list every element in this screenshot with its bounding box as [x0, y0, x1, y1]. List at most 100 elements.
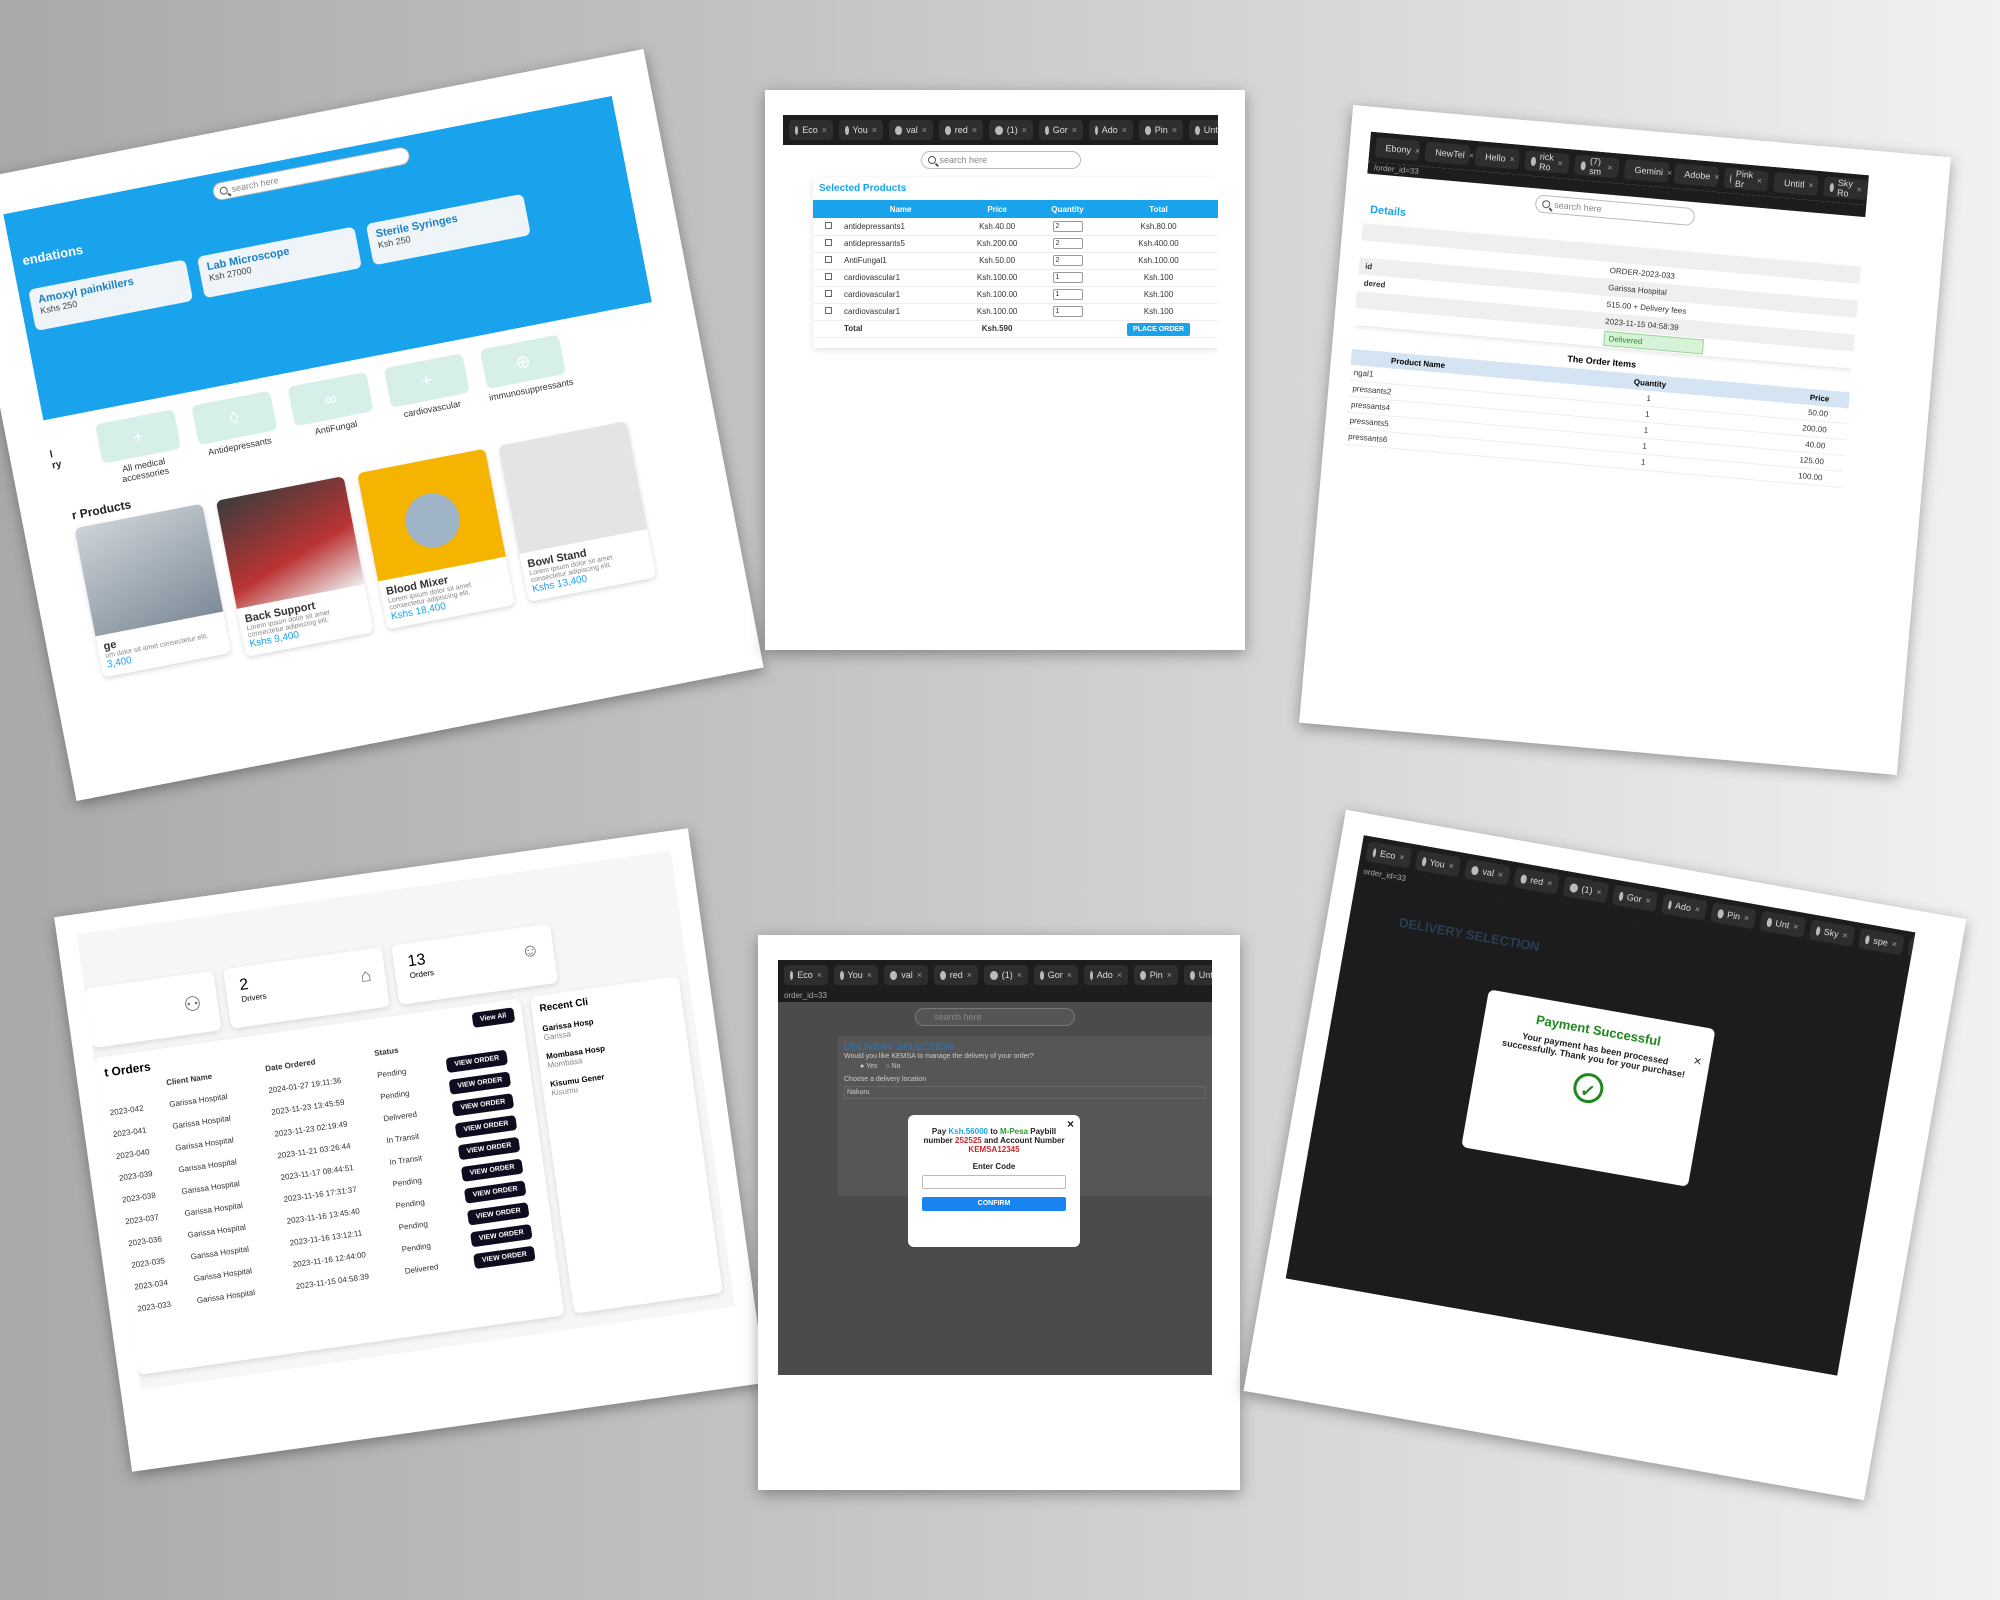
code-input[interactable]	[922, 1175, 1066, 1189]
close-tab-icon[interactable]: ×	[1172, 125, 1177, 135]
close-tab-icon[interactable]: ×	[917, 970, 922, 980]
close-tab-icon[interactable]: ×	[1891, 939, 1898, 950]
close-tab-icon[interactable]: ×	[967, 970, 972, 980]
row-checkbox[interactable]	[824, 239, 832, 246]
browser-tab[interactable]: Pin ×	[1139, 120, 1183, 140]
browser-tab[interactable]: red ×	[1513, 867, 1560, 895]
close-tab-icon[interactable]: ×	[1714, 172, 1720, 182]
close-tab-icon[interactable]: ×	[1509, 154, 1515, 164]
quantity-input[interactable]: 1	[1052, 306, 1083, 317]
browser-tab[interactable]: (1) ×	[1562, 875, 1610, 904]
close-tab-icon[interactable]: ×	[1756, 176, 1762, 186]
close-tab-icon[interactable]: ×	[1448, 861, 1455, 872]
browser-tab[interactable]: Ebony ×	[1374, 137, 1421, 161]
browser-tab[interactable]: Eco ×	[784, 965, 828, 985]
close-tab-icon[interactable]: ×	[1595, 887, 1602, 898]
close-tab-icon[interactable]: ×	[1117, 970, 1122, 980]
browser-tab[interactable]: Unt×	[1759, 910, 1807, 939]
close-tab-icon[interactable]: ×	[822, 125, 827, 135]
row-checkbox[interactable]	[824, 307, 832, 314]
browser-tab[interactable]: spe ×	[1857, 928, 1905, 956]
confirm-button[interactable]: CONFIRM	[922, 1197, 1066, 1211]
browser-tab[interactable]: Gemini ×	[1623, 158, 1673, 183]
close-tab-icon[interactable]: ×	[1072, 125, 1077, 135]
place-order-button[interactable]: PLACE ORDER	[1127, 323, 1190, 336]
product-card[interactable]: Bowl Stand Lorem ipsum dolor sit amet con…	[498, 421, 657, 603]
browser-tab[interactable]: val ×	[1463, 858, 1511, 886]
browser-tab[interactable]: rick Ro ×	[1524, 150, 1570, 175]
close-tab-icon[interactable]: ×	[1468, 150, 1474, 160]
browser-tab[interactable]: red ×	[934, 965, 978, 985]
product-card[interactable]: ge um dolor sit amet consectetur elit. 3,4…	[74, 503, 232, 678]
close-icon[interactable]: ×	[1067, 1117, 1074, 1131]
quantity-input[interactable]: 1	[1052, 272, 1083, 283]
browser-tab[interactable]: red ×	[939, 120, 983, 140]
close-icon[interactable]: ×	[1692, 1052, 1703, 1069]
yes-radio[interactable]: ● Yes	[860, 1063, 877, 1070]
close-tab-icon[interactable]: ×	[1792, 921, 1799, 932]
close-tab-icon[interactable]: ×	[867, 970, 872, 980]
quantity-input[interactable]: 1	[1052, 289, 1083, 300]
row-checkbox[interactable]	[824, 221, 832, 229]
browser-tab[interactable]: Gor ×	[1611, 884, 1659, 912]
browser-tab[interactable]: Pink Br ×	[1723, 167, 1769, 192]
product-card[interactable]: Back Support Lorem ipsum dolor sit amet c…	[215, 476, 374, 657]
browser-tab[interactable]: Joh×	[1907, 936, 1916, 965]
browser-tab[interactable]: Adobe ×	[1673, 163, 1720, 188]
close-tab-icon[interactable]: ×	[1694, 904, 1701, 915]
browser-tab[interactable]: Pin ×	[1134, 965, 1178, 985]
row-checkbox[interactable]	[824, 290, 832, 297]
recommended-card[interactable]: Lab Microscope Ksh 27000	[196, 226, 363, 299]
browser-tab[interactable]: Sky ×	[1808, 919, 1856, 947]
row-checkbox[interactable]	[824, 256, 832, 263]
search-input[interactable]: search here	[915, 1008, 1075, 1026]
orders-stat-card[interactable]: 13 Orders ☺	[391, 923, 559, 1006]
browser-tab[interactable]: Pin ×	[1710, 902, 1757, 930]
browser-tab[interactable]: Eco ×	[789, 120, 833, 140]
location-select[interactable]: Nakuru	[844, 1086, 1206, 1099]
close-tab-icon[interactable]: ×	[1645, 895, 1652, 906]
close-tab-icon[interactable]: ×	[1607, 162, 1613, 172]
close-tab-icon[interactable]: ×	[1557, 158, 1563, 168]
close-tab-icon[interactable]: ×	[1399, 852, 1406, 863]
close-tab-icon[interactable]: ×	[817, 970, 822, 980]
product-card[interactable]: Blood Mixer Lorem ipsum dolor sit amet co…	[357, 448, 516, 630]
browser-tab[interactable]: val ×	[889, 120, 933, 140]
drivers-stat-card[interactable]: 2 Drivers ⌂	[223, 946, 390, 1029]
browser-tab[interactable]: Ado ×	[1084, 965, 1128, 985]
close-tab-icon[interactable]: ×	[1415, 146, 1421, 156]
browser-tab[interactable]: NewTel ×	[1424, 141, 1474, 166]
view-order-button[interactable]: VIEW ORDER	[473, 1245, 536, 1269]
close-tab-icon[interactable]: ×	[1122, 125, 1127, 135]
close-tab-icon[interactable]: ×	[1497, 869, 1504, 880]
browser-tab[interactable]: Unt×	[1184, 965, 1212, 985]
browser-tab[interactable]: Unt×	[1189, 120, 1218, 140]
browser-tab[interactable]: Untitl ×	[1773, 172, 1819, 196]
close-tab-icon[interactable]: ×	[1167, 970, 1172, 980]
browser-tab[interactable]: (7) sm ×	[1573, 154, 1620, 179]
search-input[interactable]: search here	[920, 151, 1081, 169]
row-checkbox[interactable]	[824, 273, 832, 280]
close-tab-icon[interactable]: ×	[1022, 125, 1027, 135]
browser-tab[interactable]: You ×	[839, 120, 883, 140]
browser-tab[interactable]: Eco ×	[1365, 841, 1413, 869]
browser-tab[interactable]: Ado ×	[1660, 893, 1708, 921]
close-tab-icon[interactable]: ×	[1743, 913, 1750, 924]
close-tab-icon[interactable]: ×	[972, 125, 977, 135]
browser-tab[interactable]: (1) ×	[984, 965, 1028, 985]
browser-tab[interactable]: (1) ×	[989, 120, 1033, 140]
close-tab-icon[interactable]: ×	[1808, 180, 1814, 190]
quantity-input[interactable]: 2	[1052, 220, 1083, 232]
no-radio[interactable]: ○ No	[885, 1063, 900, 1070]
quantity-input[interactable]: 2	[1052, 255, 1083, 266]
close-tab-icon[interactable]: ×	[1856, 184, 1862, 194]
browser-tab[interactable]: Ado ×	[1089, 120, 1133, 140]
browser-tab[interactable]: You ×	[1414, 849, 1462, 878]
browser-tab[interactable]: Sky Ro ×	[1822, 176, 1869, 201]
recommended-card[interactable]: Sterile Syringes Ksh 250	[365, 193, 531, 266]
recommended-card[interactable]: Amoxyl painkillers Kshs 250	[28, 259, 194, 332]
browser-tab[interactable]: You ×	[834, 965, 878, 985]
browser-tab[interactable]: Hello ×	[1474, 145, 1520, 170]
close-tab-icon[interactable]: ×	[1842, 930, 1849, 941]
close-tab-icon[interactable]: ×	[1667, 168, 1673, 178]
